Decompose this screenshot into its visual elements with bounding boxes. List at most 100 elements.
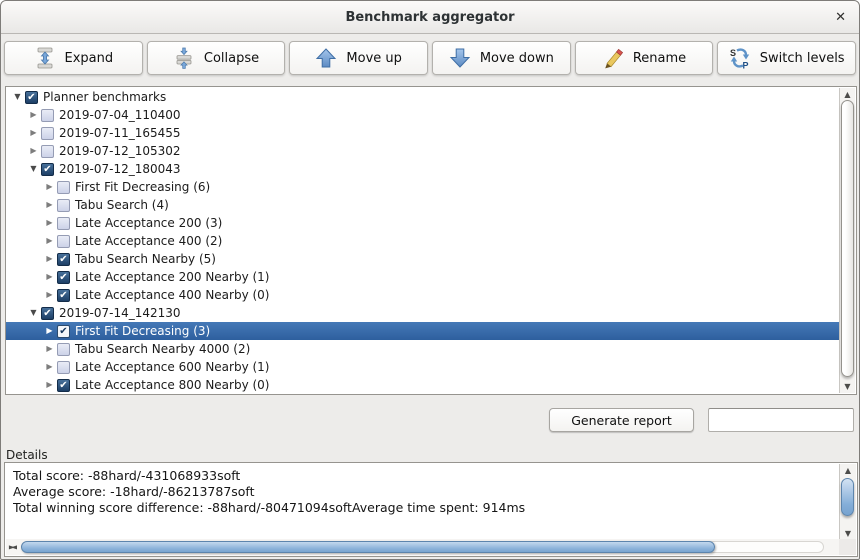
tree-row[interactable]: ▶2019-07-04_110400: [6, 106, 839, 124]
expand-arrow-icon[interactable]: ▶: [26, 124, 41, 142]
details-vscroll-thumb[interactable]: [841, 478, 854, 516]
collapse-arrow-icon[interactable]: ▼: [10, 88, 25, 106]
scroll-down-icon[interactable]: ▼: [840, 529, 856, 538]
row-checkbox[interactable]: [57, 343, 70, 356]
tree-row[interactable]: ▶ Late Acceptance 400 (2): [6, 232, 839, 250]
tree-row[interactable]: ▶✔Late Acceptance 400 Nearby (0): [6, 286, 839, 304]
tree-row-label: Tabu Search Nearby (5): [75, 252, 216, 266]
collapse-arrow-icon[interactable]: ▼: [26, 160, 41, 178]
window-title: Benchmark aggregator: [1, 1, 859, 34]
tree-row[interactable]: ▶✔ First Fit Decreasing (3): [6, 322, 839, 340]
row-checkbox[interactable]: [57, 217, 70, 230]
total-score-line: Total score: -88hard/-431068933soft: [13, 468, 835, 484]
row-checkbox[interactable]: ✔: [57, 289, 70, 302]
row-checkbox[interactable]: ✔: [57, 325, 70, 338]
row-checkbox[interactable]: [41, 127, 54, 140]
row-checkbox[interactable]: [57, 361, 70, 374]
scroll-down-icon[interactable]: ▼: [840, 382, 855, 391]
benchmark-tree: ▼✔Planner benchmarks▶2019-07-04_110400▶2…: [5, 86, 857, 395]
expand-arrow-icon[interactable]: ▶: [42, 214, 57, 232]
report-name-input[interactable]: [708, 408, 854, 432]
tree-row-label: 2019-07-11_165455: [59, 126, 181, 140]
row-checkbox[interactable]: ✔: [41, 307, 54, 320]
tree-row[interactable]: ▶ 2019-07-12_105302: [6, 142, 839, 160]
expand-arrow-icon[interactable]: ▶: [42, 268, 57, 286]
tree-row[interactable]: ▶ 2019-07-11_165455: [6, 124, 839, 142]
row-checkbox[interactable]: ✔: [25, 91, 38, 104]
collapse-button[interactable]: Collapse: [147, 41, 286, 75]
tree-row-label: First Fit Decreasing (3): [75, 324, 210, 338]
rename-button-label: Rename: [633, 51, 686, 66]
expand-arrow-icon[interactable]: ▶: [42, 250, 57, 268]
switch-levels-button[interactable]: S P Switch levels: [717, 41, 856, 75]
details-horizontal-scrollbar[interactable]: ◄ ►: [6, 539, 839, 555]
expand-button-label: Expand: [65, 51, 114, 66]
row-checkbox[interactable]: [57, 235, 70, 248]
tree-row[interactable]: ▶Late Acceptance 600 Nearby (1): [6, 358, 839, 376]
tree-row[interactable]: ▼✔ Planner benchmarks: [6, 88, 839, 106]
expand-arrow-icon[interactable]: ▶: [42, 322, 57, 340]
expand-arrow-icon[interactable]: ▶: [26, 142, 41, 160]
expand-arrow-icon[interactable]: ▶: [42, 196, 57, 214]
svg-text:P: P: [742, 61, 748, 70]
move-down-button[interactable]: Move down: [432, 41, 571, 75]
tree-row[interactable]: ▶✔ Tabu Search Nearby (5): [6, 250, 839, 268]
tree-row[interactable]: ▶ Tabu Search Nearby 4000 (2): [6, 340, 839, 358]
switch-levels-button-label: Switch levels: [760, 51, 845, 66]
tree-row[interactable]: ▶First Fit Decreasing (6): [6, 178, 839, 196]
expand-arrow-icon[interactable]: ▶: [42, 358, 57, 376]
expand-arrow-icon[interactable]: ▶: [42, 286, 57, 304]
expand-arrow-icon[interactable]: ▶: [42, 178, 57, 196]
average-score-line: Average score: -18hard/-86213787soft: [13, 484, 835, 500]
switch-levels-icon: S P: [729, 47, 751, 69]
expand-icon: [34, 47, 56, 69]
titlebar[interactable]: Benchmark aggregator ✕: [1, 1, 859, 34]
tree-row-label: Tabu Search Nearby 4000 (2): [75, 342, 250, 356]
rename-button[interactable]: Rename: [575, 41, 714, 75]
collapse-arrow-icon[interactable]: ▼: [26, 304, 41, 322]
row-checkbox[interactable]: ✔: [57, 379, 70, 392]
details-label: Details: [6, 448, 48, 462]
scrollbar-corner: [839, 539, 856, 555]
row-checkbox[interactable]: [57, 181, 70, 194]
row-checkbox[interactable]: ✔: [57, 271, 70, 284]
row-checkbox[interactable]: ✔: [57, 253, 70, 266]
toolbar: Expand Collapse: [1, 35, 859, 84]
expand-button[interactable]: Expand: [4, 41, 143, 75]
expand-arrow-icon[interactable]: ▶: [26, 106, 41, 124]
move-down-icon: [449, 47, 471, 69]
move-up-button[interactable]: Move up: [289, 41, 428, 75]
tree-scrollbar-thumb[interactable]: [841, 100, 854, 377]
tree-row-label: Late Acceptance 400 (2): [75, 234, 222, 248]
winning-score-line: Total winning score difference: -88hard/…: [13, 500, 835, 516]
row-checkbox[interactable]: ✔: [41, 163, 54, 176]
tree-row[interactable]: ▼✔2019-07-12_180043: [6, 160, 839, 178]
move-up-icon: [315, 47, 337, 69]
tree-vertical-scrollbar[interactable]: ▲ ▼: [839, 88, 855, 393]
tree-row[interactable]: ▶✔ Late Acceptance 800 Nearby (0): [6, 376, 839, 394]
generate-report-button[interactable]: Generate report: [549, 408, 694, 432]
details-hscroll-thumb[interactable]: [21, 541, 715, 553]
details-vertical-scrollbar[interactable]: ▲ ▼: [839, 464, 856, 540]
row-checkbox[interactable]: [41, 145, 54, 158]
tree-row-label: Late Acceptance 800 Nearby (0): [75, 378, 270, 392]
scroll-up-icon[interactable]: ▲: [840, 466, 856, 475]
scroll-right-icon[interactable]: ►: [6, 543, 18, 552]
tree-row[interactable]: ▼✔ 2019-07-14_142130: [6, 304, 839, 322]
close-icon[interactable]: ✕: [835, 1, 846, 34]
expand-arrow-icon[interactable]: ▶: [42, 232, 57, 250]
row-checkbox[interactable]: [41, 109, 54, 122]
tree-row[interactable]: ▶✔Late Acceptance 200 Nearby (1): [6, 268, 839, 286]
move-up-button-label: Move up: [346, 51, 402, 66]
tree-row-label: 2019-07-12_105302: [59, 144, 181, 158]
scroll-up-icon[interactable]: ▲: [840, 90, 855, 99]
tree-row[interactable]: ▶Tabu Search (4): [6, 196, 839, 214]
tree-row-label: Planner benchmarks: [43, 90, 166, 104]
tree-row-label: 2019-07-14_142130: [59, 306, 181, 320]
expand-arrow-icon[interactable]: ▶: [42, 376, 57, 394]
tree-row-label: Late Acceptance 200 (3): [75, 216, 222, 230]
details-text: Total score: -88hard/-431068933soft Aver…: [13, 468, 835, 516]
expand-arrow-icon[interactable]: ▶: [42, 340, 57, 358]
tree-row[interactable]: ▶ Late Acceptance 200 (3): [6, 214, 839, 232]
row-checkbox[interactable]: [57, 199, 70, 212]
